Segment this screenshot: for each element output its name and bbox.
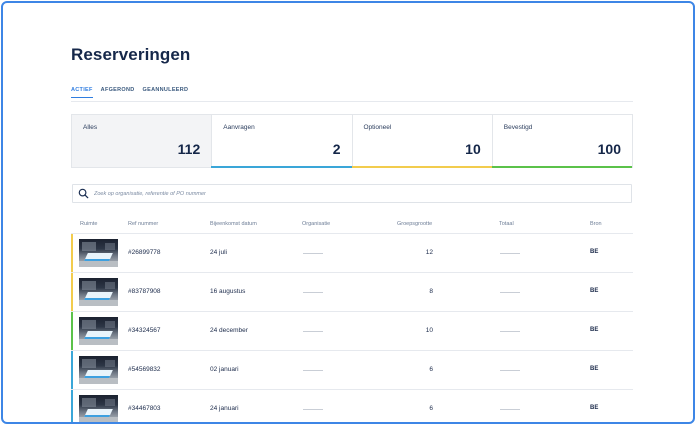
room-thumbnail <box>79 356 118 384</box>
summary-card-accent-bar <box>211 166 352 168</box>
total-placeholder <box>500 370 520 371</box>
ref-number: #34324567 <box>128 327 161 334</box>
summary-card-accent-bar <box>491 166 632 168</box>
meeting-date: 16 augustus <box>210 288 246 295</box>
room-thumbnail <box>79 278 118 306</box>
group-size: 6 <box>429 405 433 412</box>
tab-geannuleerd[interactable]: GEANNULEERD <box>143 87 189 98</box>
column-header-totaal[interactable]: Totaal <box>499 221 514 227</box>
organisation-placeholder <box>303 370 323 371</box>
total-placeholder <box>500 292 520 293</box>
organisation-placeholder <box>303 253 323 254</box>
summary-card-label: Optioneel <box>363 124 392 131</box>
room-thumbnail <box>79 317 118 345</box>
group-size: 12 <box>425 249 433 256</box>
summary-card-accent-bar <box>351 166 492 168</box>
summary-card-count: 100 <box>597 141 621 157</box>
organisation-placeholder <box>303 409 323 410</box>
row-status-accent <box>71 234 73 272</box>
summary-card-aanvragen[interactable]: Aanvragen 2 <box>211 115 353 168</box>
table-row[interactable]: #83787908 16 augustus 8 BE <box>71 272 633 311</box>
table-row[interactable]: #34324567 24 december 10 BE <box>71 311 633 350</box>
summary-card-label: Aanvragen <box>223 124 255 131</box>
table-header: Ruimte Ref nummer Bijeenkomst datum Orga… <box>71 221 633 231</box>
row-status-accent <box>71 312 73 350</box>
table-row[interactable]: #54569832 02 januari 6 BE <box>71 350 633 389</box>
source: BE <box>590 405 599 411</box>
tab-actief[interactable]: ACTIEF <box>71 87 93 98</box>
meeting-date: 02 januari <box>210 366 239 373</box>
summary-card-optioneel[interactable]: Optioneel 10 <box>351 115 493 168</box>
column-header-date[interactable]: Bijeenkomst datum <box>210 221 257 227</box>
table-row[interactable]: #26899778 24 juli 12 BE <box>71 233 633 272</box>
organisation-placeholder <box>303 292 323 293</box>
summary-card-count: 112 <box>177 141 201 157</box>
room-thumbnail <box>79 239 118 267</box>
source: BE <box>590 327 599 333</box>
group-size: 6 <box>429 366 433 373</box>
total-placeholder <box>500 331 520 332</box>
room-thumbnail <box>79 395 118 422</box>
column-header-organisatie[interactable]: Organisatie <box>302 221 330 227</box>
meeting-date: 24 januari <box>210 405 239 412</box>
table-row[interactable]: #34467803 24 januari 6 BE <box>71 389 633 422</box>
column-header-bron[interactable]: Bron <box>590 221 602 227</box>
summary-card-count: 10 <box>465 141 481 157</box>
app-window: Reserveringen ACTIEF AFGEROND GEANNULEER… <box>1 1 695 424</box>
meeting-date: 24 juli <box>210 249 227 256</box>
ref-number: #83787908 <box>128 288 161 295</box>
column-header-ruimte[interactable]: Ruimte <box>80 221 97 227</box>
source: BE <box>590 288 599 294</box>
organisation-placeholder <box>303 331 323 332</box>
search-bar[interactable] <box>72 184 632 203</box>
summary-card-alles[interactable]: Alles 112 <box>72 115 213 167</box>
tabs-divider <box>71 101 633 102</box>
group-size: 8 <box>429 288 433 295</box>
status-tabs: ACTIEF AFGEROND GEANNULEERD <box>71 87 188 98</box>
summary-card-label: Alles <box>83 124 98 131</box>
reservations-table: #26899778 24 juli 12 BE #83787908 16 aug… <box>71 233 633 422</box>
search-input[interactable] <box>92 185 631 202</box>
summary-cards: Alles 112 Aanvragen 2 Optioneel 10 Beves… <box>71 114 633 168</box>
meeting-date: 24 december <box>210 327 248 334</box>
total-placeholder <box>500 253 520 254</box>
ref-number: #26899778 <box>128 249 161 256</box>
source: BE <box>590 366 599 372</box>
summary-card-bevestigd[interactable]: Bevestigd 100 <box>491 115 632 168</box>
column-header-groepsgrootte[interactable]: Groepsgrootte <box>397 221 432 227</box>
group-size: 10 <box>425 327 433 334</box>
column-header-ref[interactable]: Ref nummer <box>128 221 158 227</box>
summary-card-label: Bevestigd <box>503 124 533 131</box>
row-status-accent <box>71 351 73 389</box>
page-title: Reserveringen <box>71 45 191 64</box>
search-icon[interactable] <box>78 188 89 199</box>
ref-number: #34467803 <box>128 405 161 412</box>
summary-card-count: 2 <box>332 141 341 157</box>
ref-number: #54569832 <box>128 366 161 373</box>
row-status-accent <box>71 273 73 311</box>
total-placeholder <box>500 409 520 410</box>
source: BE <box>590 249 599 255</box>
tab-afgerond[interactable]: AFGEROND <box>101 87 135 98</box>
row-status-accent <box>71 390 73 422</box>
